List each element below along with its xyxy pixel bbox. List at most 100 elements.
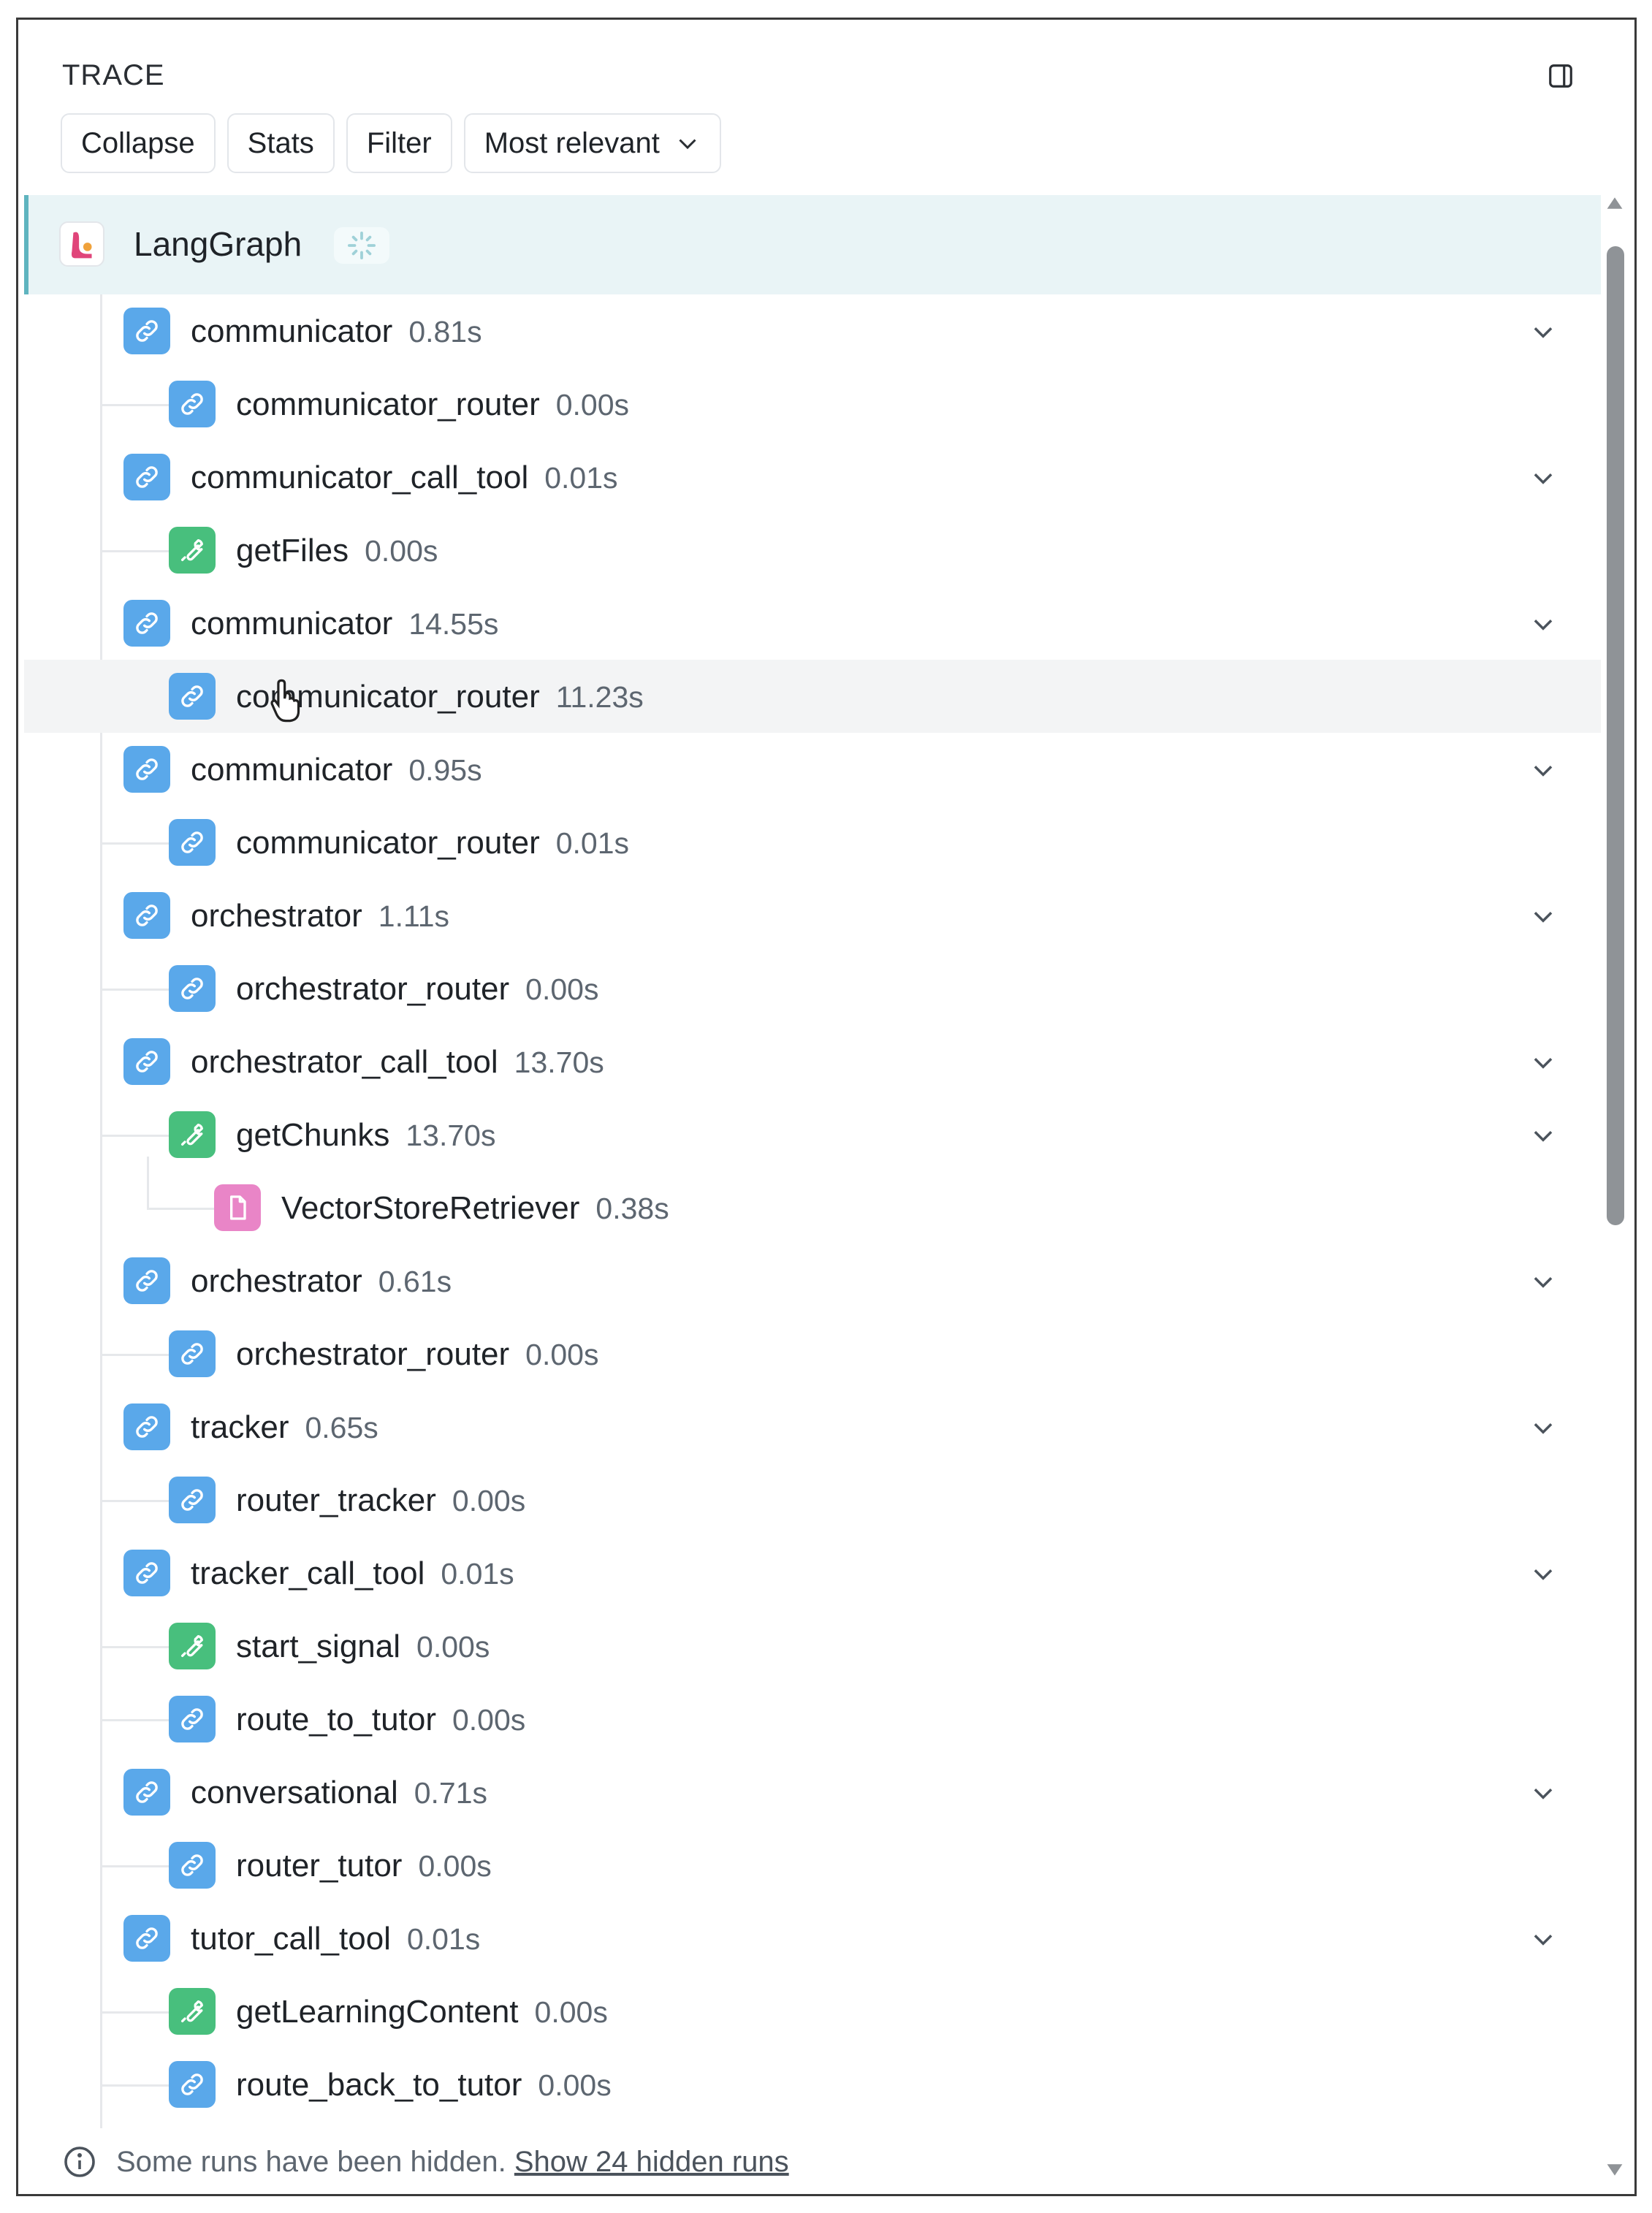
- sort-dropdown-label: Most relevant: [484, 126, 660, 159]
- sort-dropdown[interactable]: Most relevant: [463, 113, 721, 173]
- show-hidden-runs-link[interactable]: Show 24 hidden runs: [514, 2146, 789, 2178]
- trace-run-row[interactable]: communicator_router 0.00s: [24, 367, 1601, 441]
- collapse-button[interactable]: Collapse: [61, 113, 216, 173]
- link-icon: [169, 381, 216, 427]
- trace-run-row[interactable]: tracker 0.65s: [24, 1390, 1601, 1463]
- link-icon: [169, 1696, 216, 1742]
- link-icon: [123, 454, 170, 500]
- hand-pointer-cursor-icon: [270, 679, 300, 723]
- run-name: router_tracker: [236, 1482, 436, 1518]
- run-label: VectorStoreRetriever 0.38s: [281, 1190, 669, 1227]
- run-name: communicator_router: [236, 386, 540, 422]
- link-icon: [123, 1038, 170, 1085]
- run-name: communicator_call_tool: [191, 460, 529, 495]
- link-icon: [123, 892, 170, 939]
- scrollbar-thumb[interactable]: [1607, 246, 1624, 1225]
- run-name: VectorStoreRetriever: [281, 1190, 580, 1226]
- run-duration: 14.55s: [408, 607, 499, 641]
- run-duration: 0.61s: [378, 1265, 452, 1298]
- link-icon: [123, 1257, 170, 1304]
- trace-run-row[interactable]: orchestrator_call_tool 13.70s: [24, 1025, 1601, 1098]
- link-icon: [169, 1842, 216, 1889]
- chevron-down-icon[interactable]: [1529, 756, 1557, 784]
- trace-run-row[interactable]: communicator_router 0.01s: [24, 806, 1601, 879]
- panel-title: TRACE: [62, 59, 165, 91]
- root-run-label: LangGraph: [134, 225, 302, 263]
- trace-run-row[interactable]: orchestrator 0.61s: [24, 1244, 1601, 1317]
- scroll-down-arrow-icon[interactable]: [1605, 2160, 1624, 2179]
- filter-button[interactable]: Filter: [346, 113, 452, 173]
- link-icon: [123, 1550, 170, 1596]
- chevron-down-icon[interactable]: [1529, 318, 1557, 346]
- run-label: orchestrator_router 0.00s: [236, 971, 598, 1008]
- trace-run-row[interactable]: getChunks 13.70s: [24, 1098, 1601, 1171]
- chevron-down-icon[interactable]: [1529, 1560, 1557, 1588]
- chevron-down-icon[interactable]: [1529, 610, 1557, 638]
- run-duration: 0.00s: [365, 534, 438, 568]
- hidden-runs-notice: Some runs have been hidden. Show 24 hidd…: [62, 2144, 789, 2179]
- run-label: tracker_call_tool 0.01s: [191, 1555, 514, 1592]
- chevron-down-icon[interactable]: [1529, 1925, 1557, 1953]
- chevron-down-icon[interactable]: [1529, 464, 1557, 492]
- trace-run-row[interactable]: orchestrator_router 0.00s: [24, 1317, 1601, 1390]
- trace-run-row[interactable]: tutor_call_tool 0.01s: [24, 1902, 1601, 1975]
- trace-run-row[interactable]: communicator 14.55s: [24, 587, 1601, 660]
- run-label: route_back_to_tutor 0.00s: [236, 2067, 612, 2103]
- trace-run-row[interactable]: orchestrator 1.11s: [24, 879, 1601, 952]
- chevron-down-icon[interactable]: [1529, 1268, 1557, 1295]
- run-duration: 0.01s: [555, 826, 630, 860]
- run-label: router_tracker 0.00s: [236, 1482, 525, 1519]
- chevron-down-icon[interactable]: [1529, 1048, 1557, 1076]
- link-icon: [169, 673, 216, 720]
- run-label: communicator 0.95s: [191, 752, 482, 788]
- run-label: communicator 14.55s: [191, 606, 498, 642]
- run-duration: 0.00s: [418, 1849, 492, 1883]
- link-icon: [123, 600, 170, 647]
- link-icon: [123, 1769, 170, 1816]
- chevron-down-icon[interactable]: [1529, 1121, 1557, 1149]
- trace-run-row[interactable]: router_tracker 0.00s: [24, 1463, 1601, 1536]
- run-duration: 0.00s: [538, 2068, 612, 2102]
- trace-run-row[interactable]: communicator 0.95s: [24, 733, 1601, 806]
- trace-run-row[interactable]: getFiles 0.00s: [24, 514, 1601, 587]
- run-duration: 0.00s: [555, 388, 630, 422]
- langgraph-logo-icon: [59, 221, 104, 267]
- trace-run-row[interactable]: communicator 0.81s: [24, 294, 1601, 367]
- wrench-icon: [169, 1988, 216, 2035]
- trace-run-row[interactable]: tracker_call_tool 0.01s: [24, 1536, 1601, 1610]
- panel-right-icon[interactable]: [1547, 62, 1575, 90]
- trace-run-row[interactable]: route_to_tutor 0.00s: [24, 1683, 1601, 1756]
- root-run-langgraph[interactable]: LangGraph: [24, 195, 1601, 294]
- trace-run-row[interactable]: orchestrator_router 0.00s: [24, 952, 1601, 1025]
- trace-run-row[interactable]: communicator_call_tool 0.01s: [24, 441, 1601, 514]
- run-label: orchestrator 1.11s: [191, 898, 449, 934]
- trace-run-row[interactable]: start_signal 0.00s: [24, 1610, 1601, 1683]
- run-name: start_signal: [236, 1629, 401, 1664]
- stats-button[interactable]: Stats: [227, 113, 335, 173]
- run-name: tutor_call_tool: [191, 1921, 391, 1957]
- chevron-down-icon[interactable]: [1529, 1414, 1557, 1441]
- trace-run-row[interactable]: conversational 0.71s: [24, 1756, 1601, 1829]
- trace-panel: TRACE Collapse Stats Filter Most relevan…: [16, 18, 1637, 2196]
- link-icon: [169, 819, 216, 866]
- run-duration: 0.01s: [544, 461, 618, 495]
- run-duration: 0.65s: [305, 1411, 378, 1444]
- chevron-down-icon[interactable]: [1529, 902, 1557, 930]
- trace-run-row[interactable]: getLearningContent 0.00s: [24, 1975, 1601, 2048]
- trace-run-row[interactable]: router_tutor 0.00s: [24, 1829, 1601, 1902]
- link-icon: [169, 2061, 216, 2108]
- link-icon: [123, 1403, 170, 1450]
- chevron-down-icon[interactable]: [1529, 1779, 1557, 1807]
- run-name: communicator_router: [236, 825, 540, 861]
- run-label: tracker 0.65s: [191, 1409, 378, 1446]
- run-duration: 13.70s: [406, 1119, 496, 1152]
- link-icon: [169, 965, 216, 1012]
- trace-run-row[interactable]: route_back_to_tutor 0.00s: [24, 2048, 1601, 2121]
- document-icon: [214, 1184, 261, 1231]
- run-name: communicator: [191, 606, 393, 641]
- run-name: orchestrator: [191, 898, 362, 934]
- trace-run-row[interactable]: VectorStoreRetriever 0.38s: [24, 1171, 1601, 1244]
- trace-run-row[interactable]: communicator_router 11.23s: [24, 660, 1601, 733]
- scroll-up-arrow-icon[interactable]: [1605, 194, 1624, 213]
- run-duration: 0.81s: [408, 315, 482, 348]
